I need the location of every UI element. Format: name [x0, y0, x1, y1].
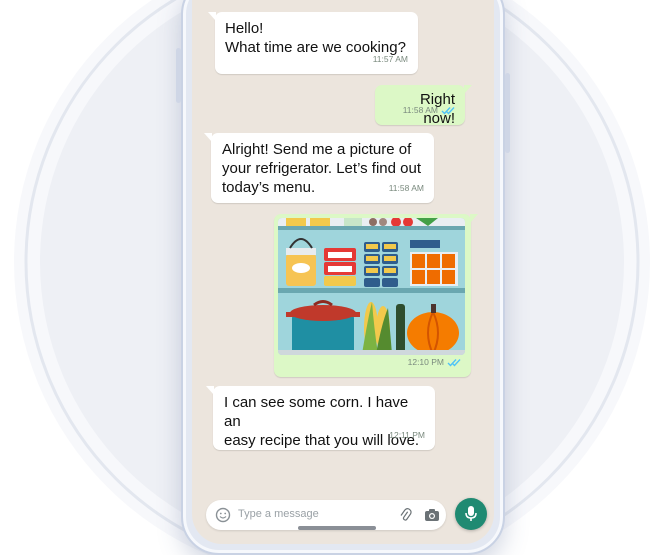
message-input[interactable]: Type a message [238, 508, 319, 520]
read-receipt-icon [447, 359, 461, 367]
bubble-tail [204, 133, 212, 142]
message-time: 11:58 AM [388, 183, 424, 193]
camera-icon[interactable] [424, 508, 440, 522]
message-bubble-incoming[interactable]: Hello! What time are we cooking? 11:57 A… [208, 12, 418, 74]
chat-screen[interactable]: Hello! What time are we cooking? 11:57 A… [192, 0, 494, 544]
bubble-tail [464, 85, 472, 94]
attach-icon[interactable] [398, 507, 414, 523]
message-meta: 12:11 PM [389, 426, 425, 445]
home-indicator [298, 526, 376, 530]
phone-frame: Hello! What time are we cooking? 11:57 A… [176, 0, 510, 555]
image-message-bubble[interactable]: 12:10 PM [274, 214, 478, 377]
message-bubble-incoming[interactable]: Alright! Send me a picture of your refri… [204, 133, 434, 203]
read-receipt-icon [441, 107, 455, 115]
bubble-tail [470, 214, 478, 223]
message-time: 11:57 AM [372, 54, 408, 64]
message-meta: 12:10 PM [408, 353, 461, 372]
message-meta: 11:58 AM [389, 179, 424, 198]
mic-icon [465, 506, 477, 521]
phone-side-button [176, 48, 181, 103]
mic-button[interactable] [455, 498, 487, 530]
message-meta: 11:58 AM [403, 101, 455, 120]
message-time: 12:10 PM [407, 357, 444, 367]
bubble-tail [208, 12, 216, 21]
message-meta: 11:57 AM [373, 50, 408, 69]
refrigerator-photo[interactable] [278, 218, 465, 355]
bubble-tail [206, 386, 214, 395]
message-time: 12:11 PM [389, 430, 425, 440]
phone-side-button [505, 73, 510, 153]
message-bubble-outgoing[interactable]: Right now! 11:58 AM [375, 85, 472, 127]
emoji-icon[interactable] [215, 507, 231, 523]
message-bubble-incoming[interactable]: I can see some corn. I have an easy reci… [206, 386, 435, 450]
message-time: 11:58 AM [402, 105, 438, 115]
